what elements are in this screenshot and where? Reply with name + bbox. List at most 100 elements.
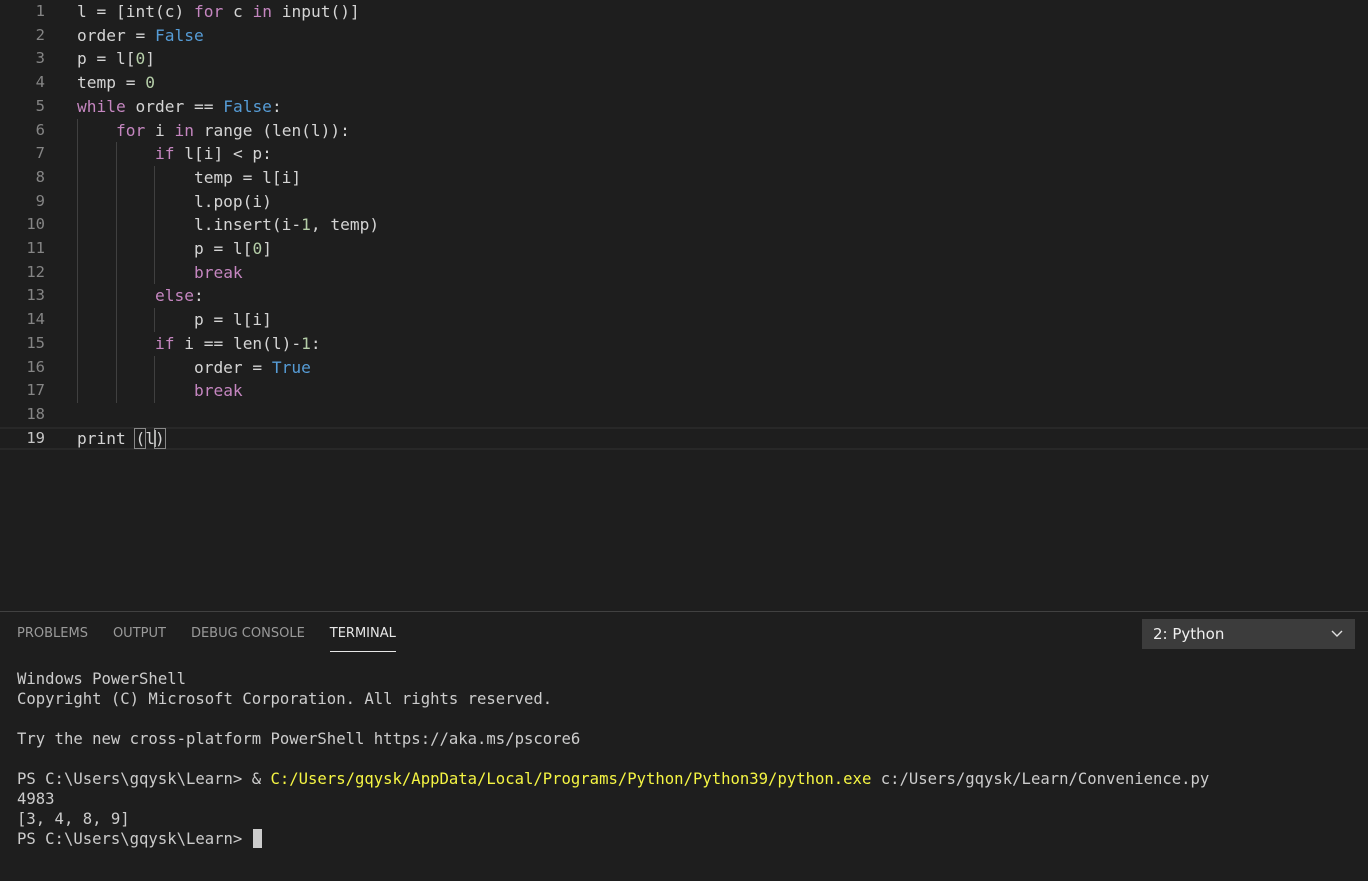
line-number: 7 [35,144,45,163]
code-text: break [77,379,243,403]
panel-tab-bar: PROBLEMS OUTPUT DEBUG CONSOLE TERMINAL [17,612,421,654]
terminal-line: PS C:\Users\gqysk\Learn> [17,829,1357,849]
code-token: temp = l[i] [77,167,302,187]
code-token: else [154,286,194,306]
line-number: 2 [35,25,45,44]
code-token: , temp) [310,215,380,235]
terminal-text: PS C:\Users\gqysk\Learn> [17,830,252,848]
code-token: 0 [135,49,146,69]
code-text: while order == False: [77,95,282,119]
line-number: 14 [26,310,45,329]
code-token: p = l[ [77,239,253,258]
code-text: order = False [77,24,204,48]
code-token: int [125,2,155,21]
code-line[interactable]: 1 l = [int(c) for c in input()] [0,0,1368,24]
line-number: 5 [35,96,45,115]
indent-guide [154,165,156,285]
line-number: 3 [35,49,45,68]
code-token: temp = [77,73,146,93]
code-token: ] [145,49,155,69]
tab-debug-console[interactable]: DEBUG CONSOLE [191,612,305,654]
line-number: 10 [26,215,45,234]
code-line[interactable]: 11 p = l[0] [0,237,1368,261]
tab-problems[interactable]: PROBLEMS [17,612,88,654]
code-token: True [271,357,311,377]
code-line[interactable]: 15 if i == len(l)-1: [0,332,1368,356]
code-token: l = [ [77,2,126,21]
code-text: l = [int(c) for c in input()] [77,0,360,24]
terminal-line: Windows PowerShell [17,669,1357,689]
line-number: 8 [35,167,45,186]
code-token: : [271,96,282,116]
code-line[interactable]: 18 [0,403,1368,427]
code-line[interactable]: 8 temp = l[i] [0,166,1368,190]
indent-guide [115,142,117,403]
terminal-line: PS C:\Users\gqysk\Learn> & C:/Users/gqys… [17,769,1357,789]
code-line[interactable]: 7 if l[i] < p: [0,142,1368,166]
code-line[interactable]: 17 break [0,379,1368,403]
code-line[interactable]: 19 print (l) [0,427,1368,451]
line-number: 18 [26,404,45,423]
code-text: p = l[0] [77,47,155,71]
code-token: 1 [301,215,311,235]
code-line[interactable]: 12 break [0,261,1368,285]
text-cursor [154,429,157,448]
code-token: order == [125,96,224,116]
code-token: 1 [301,333,311,353]
code-text: if l[i] < p: [77,142,272,166]
indent-guide [77,118,78,403]
code-token: 0 [145,73,155,93]
code-line[interactable]: 5 while order == False: [0,95,1368,119]
terminal-text: [3, 4, 8, 9] [17,810,130,828]
code-text: temp = 0 [77,71,155,95]
line-number: 16 [26,357,45,376]
terminal-text: Copyright (C) Microsoft Corporation. All… [17,690,553,708]
code-text: print (l) [77,427,166,451]
code-text: p = l[0] [77,237,272,261]
code-line[interactable]: 16 order = True [0,356,1368,380]
code-line[interactable]: 2 order = False [0,24,1368,48]
code-text: order = True [77,356,311,380]
code-line[interactable]: 6 for i in range (len(l)): [0,119,1368,143]
chevron-down-icon [1331,619,1343,649]
code-token: break [193,381,243,401]
code-text: for i in range (len(l)): [77,119,350,143]
terminal-output[interactable]: Windows PowerShell Copyright (C) Microsof… [17,669,1357,849]
line-number: 6 [35,120,45,139]
line-number: 9 [35,191,45,210]
line-number: 13 [26,286,45,305]
code-token: for [193,2,224,21]
terminal-text: PS C:\Users\gqysk\Learn> & [17,770,271,788]
tab-terminal[interactable]: TERMINAL [329,612,397,654]
code-line[interactable]: 13 else: [0,284,1368,308]
line-number: 4 [35,73,45,92]
terminal-text: c:/Users/gqysk/Learn/Convenience.py [871,770,1210,788]
code-line[interactable]: 3 p = l[0] [0,47,1368,71]
code-token: order = [77,25,155,45]
code-token: ( [134,427,147,449]
code-line[interactable]: 10 l.insert(i-1, temp) [0,213,1368,237]
code-token: (c) [154,2,194,21]
code-token: False [223,96,272,116]
line-number: 12 [26,262,45,281]
code-token: print [77,428,136,448]
code-token: l.pop(i) [77,191,272,211]
code-token: ] [262,239,272,258]
code-line[interactable]: 14 p = l[i] [0,308,1368,332]
line-number: 19 [26,428,45,447]
code-editor[interactable]: 1 l = [int(c) for c in input()] 2 order = F… [0,0,1368,611]
code-text: temp = l[i] [77,166,301,190]
code-token: ) [154,427,166,449]
tab-output[interactable]: OUTPUT [113,612,166,654]
code-token: in [174,120,194,140]
code-token: p = l[ [77,49,136,69]
terminal-selector-dropdown[interactable]: 2: Python [1142,619,1355,649]
code-line[interactable]: 9 l.pop(i) [0,190,1368,214]
code-token: if [154,333,175,353]
code-line[interactable]: 4 temp = 0 [0,71,1368,95]
code-token: p = l[i] [77,310,272,330]
